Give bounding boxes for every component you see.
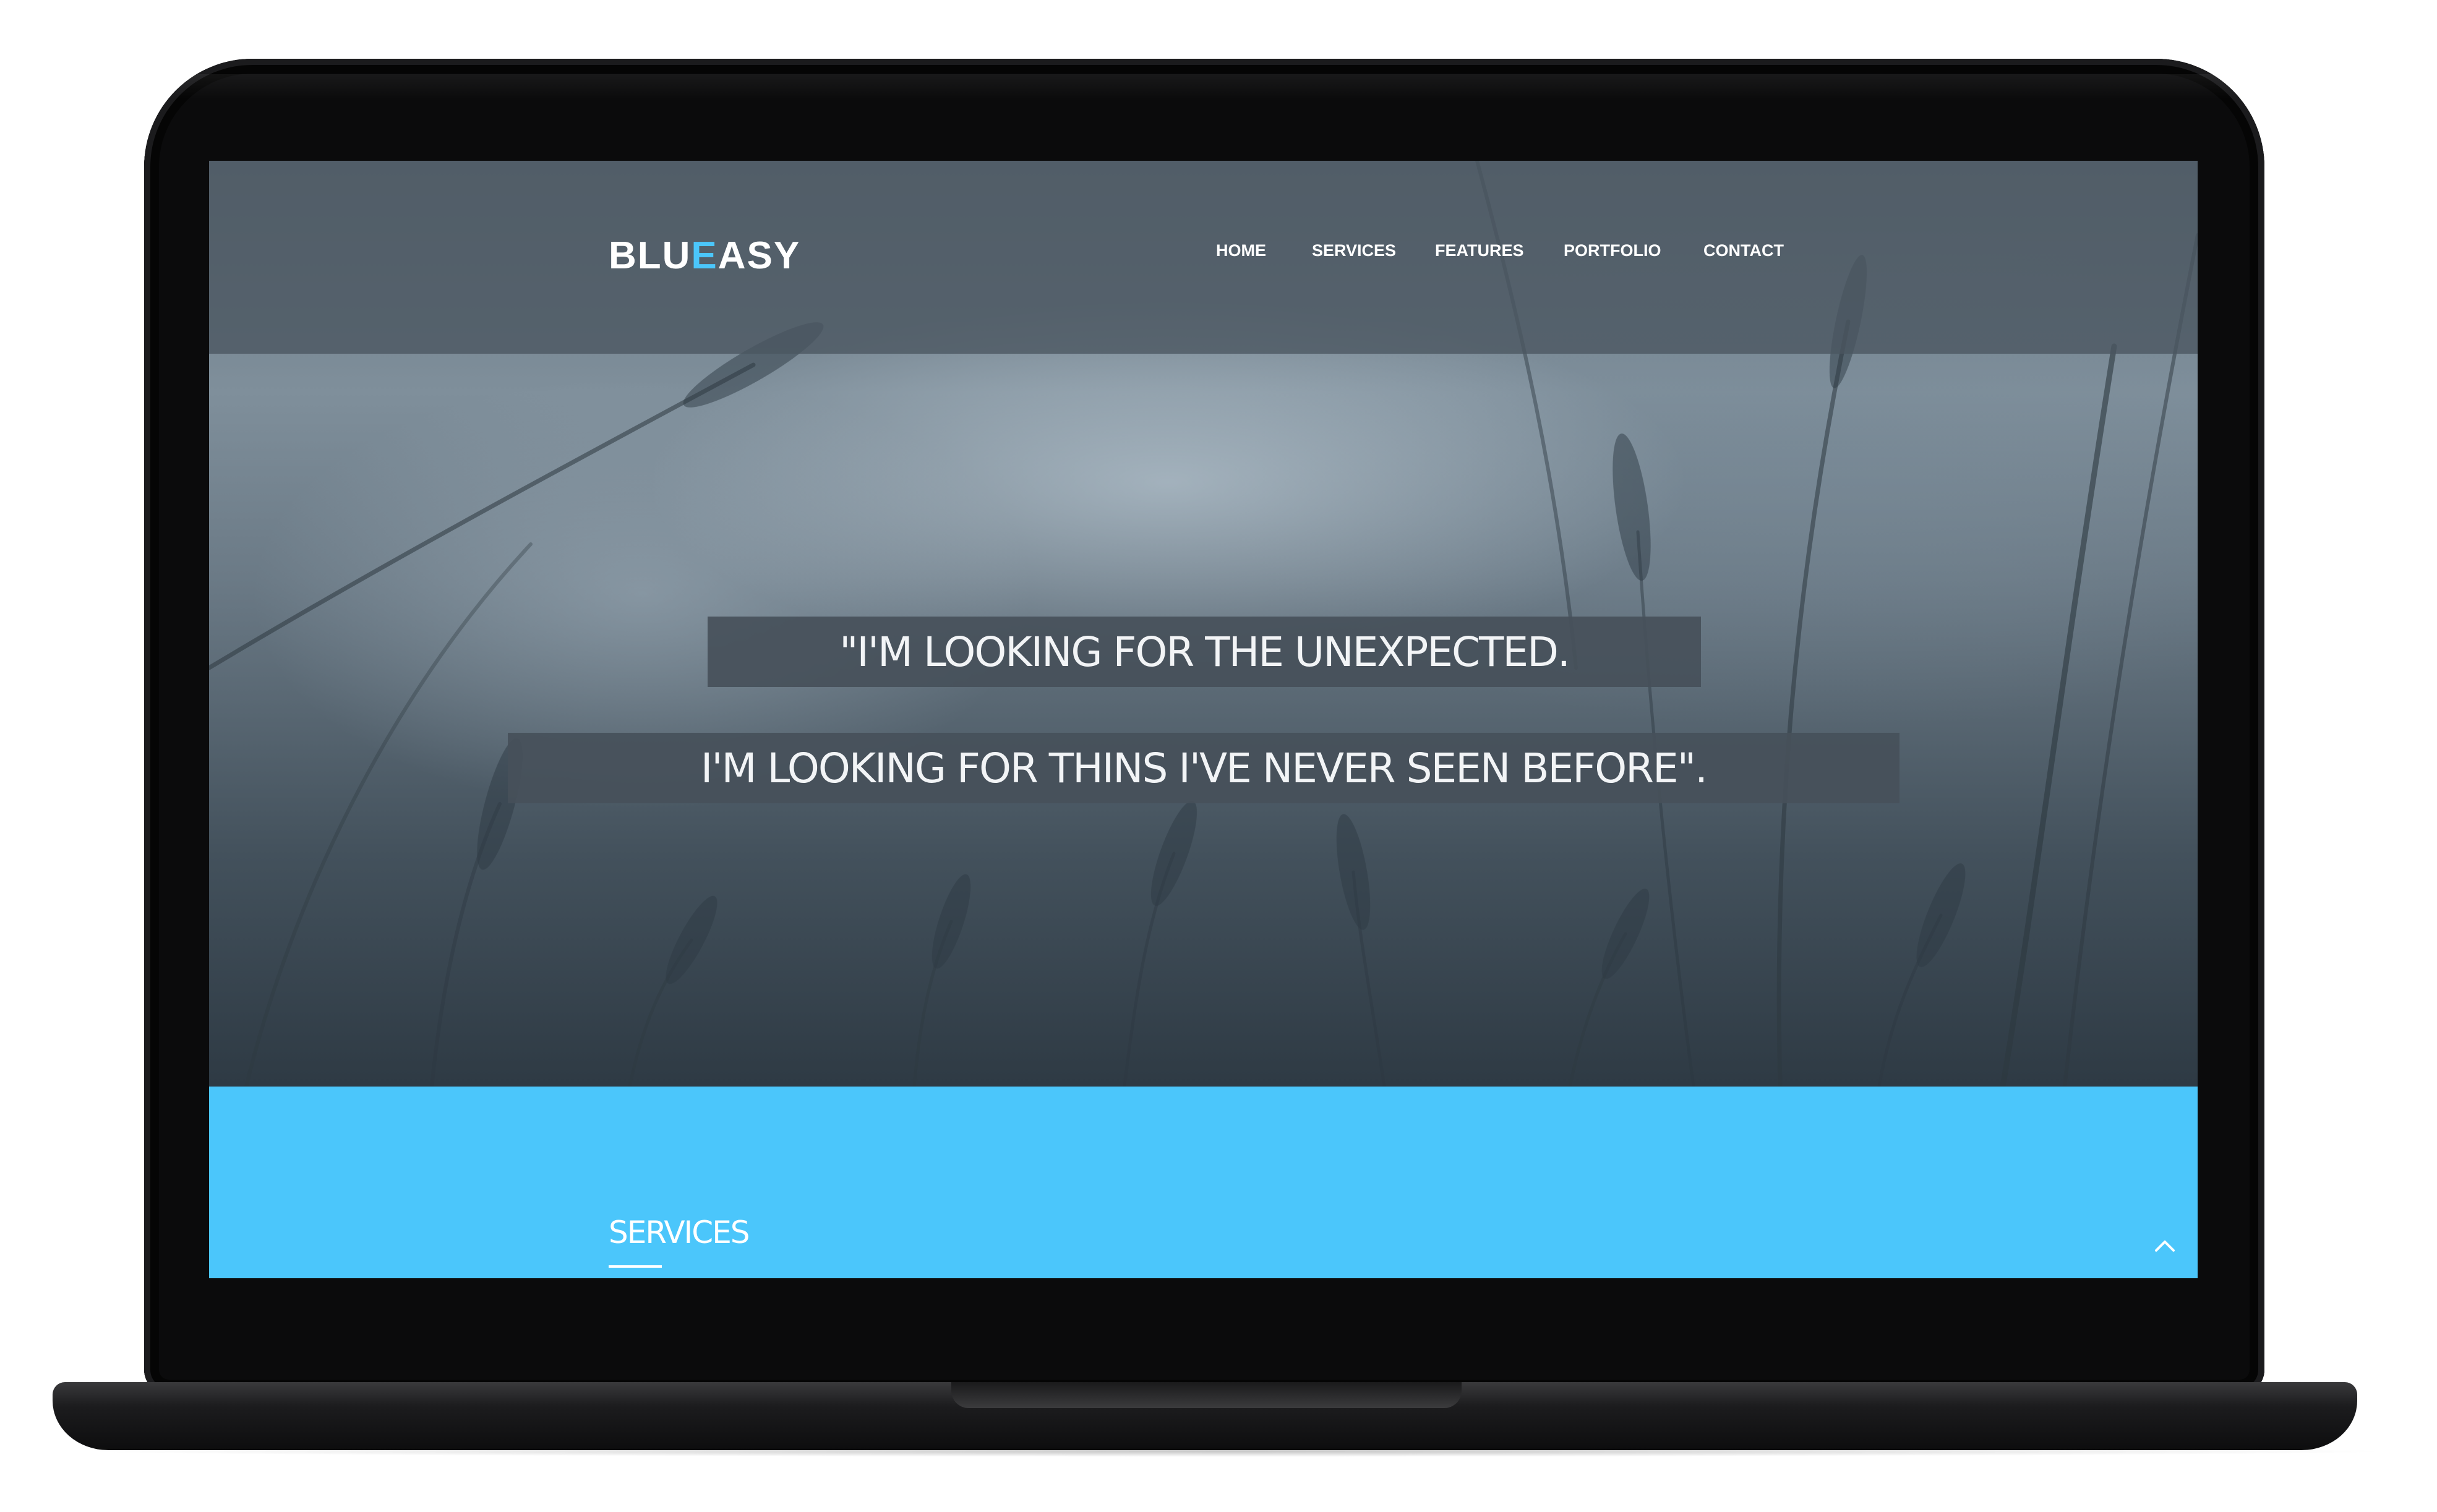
hero-section: BLUEASY HOME SERVICES FEATURES PORTFOLIO… — [209, 161, 2198, 1087]
hero-quote-text-2: I'M LOOKING FOR THINS I'VE NEVER SEEN BE… — [700, 744, 1708, 792]
laptop-shadow — [74, 1446, 2400, 1457]
hero-quote-line-1: "I'M LOOKING FOR THE UNEXPECTED. — [708, 617, 1701, 687]
laptop-hinge-notch — [951, 1382, 1462, 1408]
nav-link-home[interactable]: HOME — [1216, 241, 1266, 260]
nav-link-services[interactable]: SERVICES — [1312, 241, 1396, 260]
site-header: BLUEASY HOME SERVICES FEATURES PORTFOLIO… — [209, 161, 2198, 354]
device-mockup: BLUEASY HOME SERVICES FEATURES PORTFOLIO… — [0, 0, 2437, 1512]
nav-link-portfolio[interactable]: PORTFOLIO — [1564, 241, 1661, 260]
chevron-up-icon[interactable] — [2152, 1233, 2177, 1258]
hero-quote-line-2: I'M LOOKING FOR THINS I'VE NEVER SEEN BE… — [508, 733, 1899, 803]
nav-link-contact[interactable]: CONTACT — [1703, 241, 1784, 260]
services-heading: SERVICES — [609, 1215, 750, 1250]
website-screen: BLUEASY HOME SERVICES FEATURES PORTFOLIO… — [209, 161, 2198, 1278]
services-section: SERVICES — [209, 1087, 2198, 1278]
hero-quote-text-1: "I'M LOOKING FOR THE UNEXPECTED. — [839, 628, 1570, 676]
main-navigation: HOME SERVICES FEATURES PORTFOLIO CONTACT — [209, 241, 2198, 272]
nav-link-features[interactable]: FEATURES — [1435, 241, 1524, 260]
lid-highlight — [170, 74, 2236, 99]
services-heading-underline — [609, 1265, 662, 1268]
